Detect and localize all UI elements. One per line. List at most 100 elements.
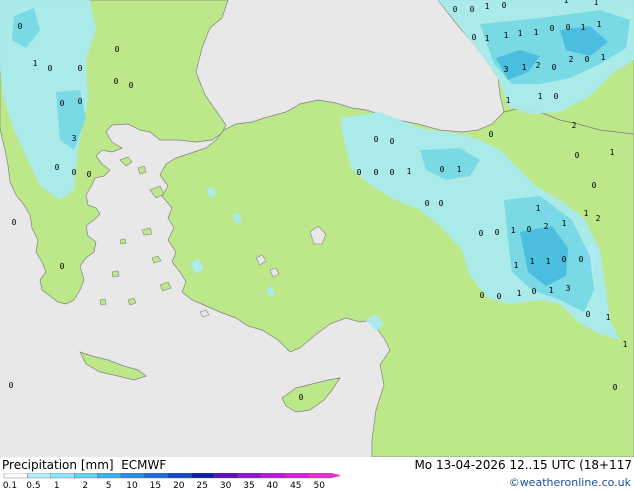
scale-swatch	[237, 473, 262, 479]
precip-amount-label: 1	[485, 2, 490, 11]
precip-amount-label: 2	[572, 121, 577, 130]
precip-amount-label: 0	[9, 381, 14, 390]
precip-amount-label: 0	[453, 5, 458, 14]
precip-amount-label: 1	[549, 286, 554, 295]
scale-label: 1	[54, 481, 60, 490]
precip-amount-label: 0	[552, 63, 557, 72]
precip-amount-label: 2	[544, 222, 549, 231]
precip-amount-label: 0	[357, 168, 362, 177]
precip-amount-label: 0	[60, 99, 65, 108]
precip-amount-label: 0	[585, 55, 590, 64]
scale-label: 25	[196, 481, 207, 490]
precip-amount-label: 0	[479, 229, 484, 238]
precip-amount-label: 0	[495, 228, 500, 237]
model-name: ECMWF	[121, 458, 167, 472]
scale-swatch	[73, 473, 98, 479]
precipitation-map: 0 0 1 01 10 1 1 1 1 0 0 1 13 1 2 02 0 11 1 021010 000 00 0300 0…	[0, 0, 634, 457]
precip-amount-label: 0	[18, 22, 23, 31]
precip-amount-label: 0	[554, 92, 559, 101]
precip-amount-label: 2	[569, 55, 574, 64]
precip-amount-label: 1	[584, 209, 589, 218]
precip-amount-label: 0	[470, 5, 475, 14]
precip-amount-label: 1	[33, 59, 38, 68]
scale-label: 40	[267, 481, 279, 490]
precip-amount-label: 1	[506, 96, 511, 105]
precip-amount-label: 0	[579, 255, 584, 264]
legend-bar: Precipitation [mm] ECMWF Mo 13-04-2026 1…	[0, 457, 634, 490]
precip-amount-label: 1	[534, 28, 539, 37]
scale-arrow	[331, 473, 340, 478]
scale-swatch	[27, 473, 51, 479]
precip-amount-label: 0	[527, 225, 532, 234]
precip-amount-label: 0	[532, 287, 537, 296]
scale-label: 2	[82, 481, 88, 490]
precip-amount-label: 0	[78, 64, 83, 73]
precip-amount-label: 1	[407, 167, 412, 176]
precip-amount-label: 0	[78, 97, 83, 106]
scale-label: 15	[150, 481, 161, 490]
precip-amount-label: 1	[546, 257, 551, 266]
precip-amount-label: 1	[536, 204, 541, 213]
scale-swatch	[167, 473, 192, 479]
precip-amount-label: 1	[522, 63, 527, 72]
precip-amount-label: 0	[566, 23, 571, 32]
scale-swatch	[214, 473, 239, 479]
precip-amount-label: 1	[457, 165, 462, 174]
precip-amount-label: 0	[586, 310, 591, 319]
precip-amount-label: 0	[374, 135, 379, 144]
precip-amount-label: 1	[610, 148, 615, 157]
precip-amount-label: 2	[536, 61, 541, 70]
scale-label: 45	[290, 481, 301, 490]
precip-amount-label: 0	[129, 81, 134, 90]
precip-amount-label: 1	[581, 23, 586, 32]
precip-amount-label: 1	[562, 219, 567, 228]
scale-swatch	[190, 473, 215, 479]
precip-amount-label: 1	[514, 261, 519, 270]
precip-amount-label: 0	[562, 255, 567, 264]
precip-amount-label: 3	[566, 284, 571, 293]
precip-amount-label: 0	[87, 170, 92, 179]
scale-label: 5	[106, 481, 112, 490]
precip-amount-label: 0	[550, 24, 555, 33]
precip-amount-label: 0	[575, 151, 580, 160]
precip-amount-label: 0	[60, 262, 65, 271]
precip-amount-label: 2	[596, 214, 601, 223]
color-scale: 0.1 0.5 1 2 5 10 15 20 25 30 35 40 45 50	[3, 473, 340, 490]
precip-amount-label: 0	[497, 292, 502, 301]
precip-amount-label: 0	[440, 165, 445, 174]
scale-label: 20	[173, 481, 185, 490]
scale-swatch	[144, 473, 168, 479]
precip-amount-label: 0	[472, 33, 477, 42]
precip-amount-label: 1	[601, 53, 606, 62]
precip-amount-label: 0	[374, 168, 379, 177]
precip-amount-label: 1	[504, 31, 509, 40]
precip-amount-label: 3	[504, 65, 509, 74]
precip-amount-label: 1	[485, 34, 490, 43]
scale-label: 10	[126, 481, 138, 490]
precip-amount-label: 0	[115, 45, 120, 54]
precip-amount-label: 0	[55, 163, 60, 172]
scale-swatch	[308, 473, 332, 479]
scale-swatch	[284, 473, 309, 479]
precip-amount-label: 0	[489, 130, 494, 139]
credit-link[interactable]: ©weatheronline.co.uk	[509, 476, 631, 489]
precip-amount-label: 1	[511, 226, 516, 235]
precip-amount-label: 1	[623, 340, 628, 349]
scale-swatch	[97, 473, 122, 479]
precip-amount-label: 0	[592, 181, 597, 190]
precip-amount-label: 0	[390, 137, 395, 146]
scale-swatch	[3, 473, 28, 479]
precip-amount-label: 1	[564, 0, 569, 5]
precip-amount-label: 0	[480, 291, 485, 300]
weather-map-page: 0010110111100113120201110210100000003000…	[0, 0, 634, 490]
precip-amount-label: 1	[606, 313, 611, 322]
map-title: Precipitation [mm]	[2, 458, 114, 472]
run-info: Mo 13-04-2026 12..15 UTC (18+117	[414, 458, 632, 472]
precip-amount-label: 1	[530, 257, 535, 266]
scale-swatch	[120, 473, 145, 479]
precip-amount-label: 0	[425, 199, 430, 208]
precip-amount-label: 1	[518, 29, 523, 38]
precip-amount-label: 0	[390, 168, 395, 177]
precip-amount-label: 1	[594, 0, 599, 7]
precip-amount-label: 3	[72, 134, 77, 143]
